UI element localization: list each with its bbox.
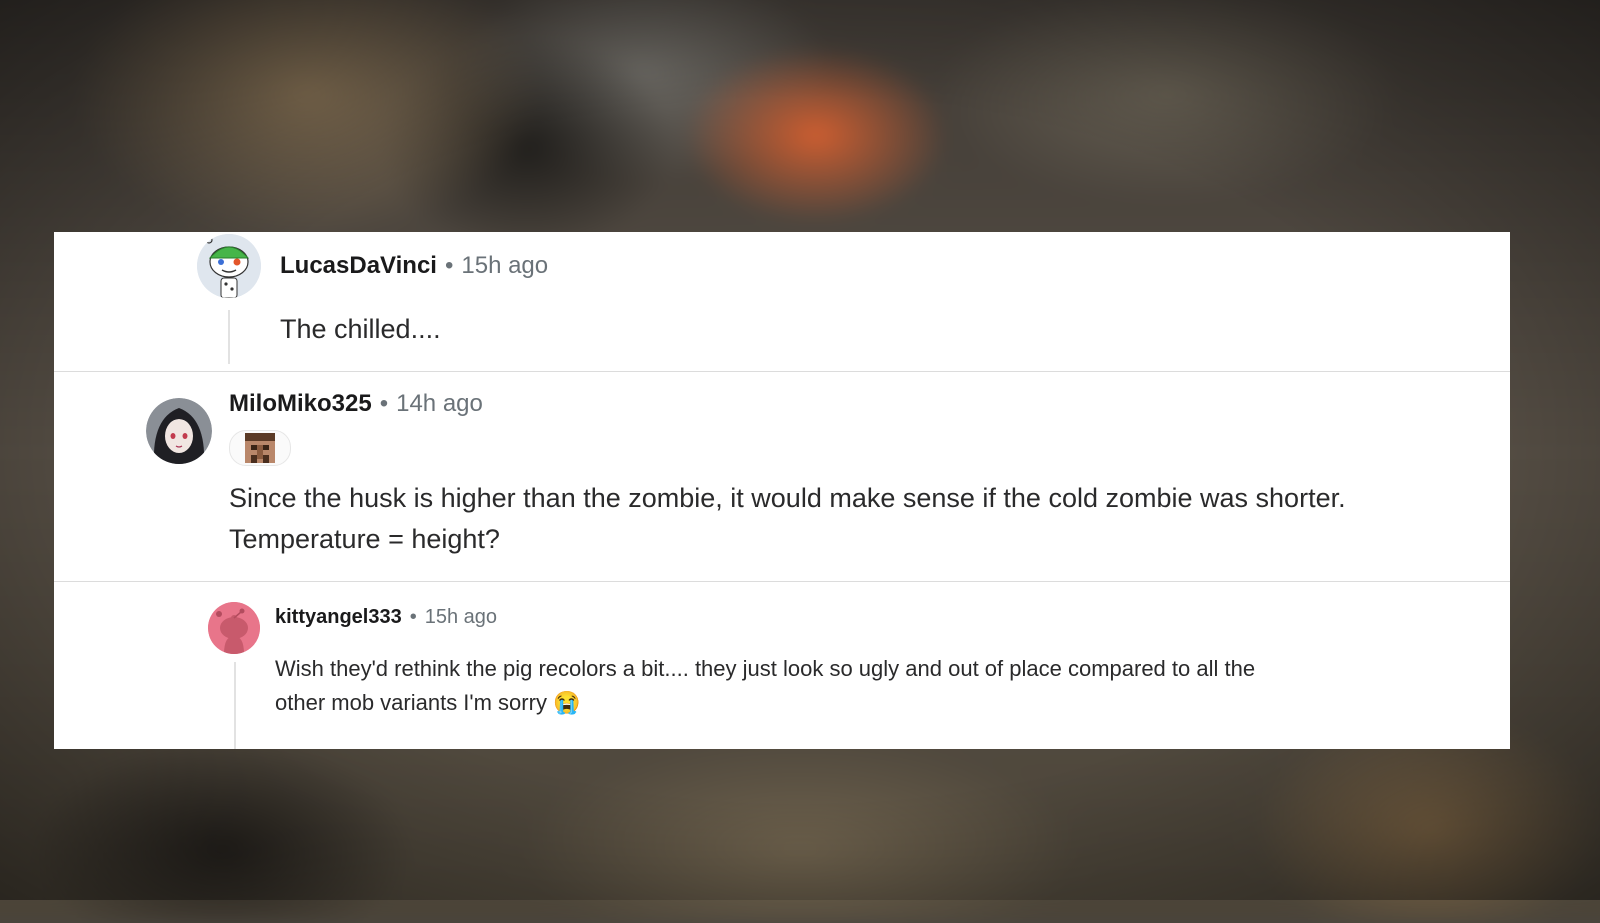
username-link[interactable]: LucasDaVinci	[280, 252, 437, 280]
comment-body-line: Since the husk is higher than the zombie…	[229, 483, 1346, 513]
comment-body: The chilled....	[280, 314, 441, 344]
comment-divider	[54, 581, 1510, 582]
minecraft-villager-flair-icon	[245, 433, 275, 463]
meta-separator: •	[379, 390, 389, 417]
comment-meta: kittyangel333 • 15h ago	[275, 606, 497, 629]
comment-thread-panel: LucasDaVinci • 15h ago The chilled.... M…	[54, 232, 1510, 749]
comment-divider	[54, 371, 1510, 372]
username-link[interactable]: MiloMiko325	[229, 390, 372, 418]
username-link[interactable]: kittyangel333	[275, 606, 402, 629]
thread-line[interactable]	[228, 310, 230, 364]
comment-body: Since the husk is higher than the zombie…	[229, 478, 1346, 560]
comment-body-line-with-emoji: other mob variants I'm sorry 😭	[275, 686, 1255, 720]
timestamp[interactable]: 14h ago	[396, 390, 483, 418]
snoo-avatar-pink-icon[interactable]	[208, 602, 260, 654]
anime-girl-avatar-icon[interactable]	[146, 398, 212, 464]
thread-line[interactable]	[234, 662, 236, 749]
comment-body-line: Wish they'd rethink the pig recolors a b…	[275, 656, 1256, 681]
timestamp[interactable]: 15h ago	[461, 252, 548, 280]
user-flair	[229, 430, 291, 466]
meta-separator: •	[409, 606, 417, 628]
comment-meta: LucasDaVinci • 15h ago	[280, 252, 548, 280]
crying-face-emoji: 😭	[553, 690, 581, 715]
comment-body: Wish they'd rethink the pig recolors a b…	[275, 652, 1255, 720]
comment-body-line: Temperature = height?	[229, 524, 500, 554]
comment-meta: MiloMiko325 • 14h ago	[229, 390, 483, 418]
snoo-avatar-green-helmet-icon[interactable]	[197, 234, 261, 298]
comment-body-line: other mob variants I'm sorry	[275, 690, 547, 715]
timestamp[interactable]: 15h ago	[425, 606, 497, 629]
meta-separator: •	[444, 252, 454, 279]
